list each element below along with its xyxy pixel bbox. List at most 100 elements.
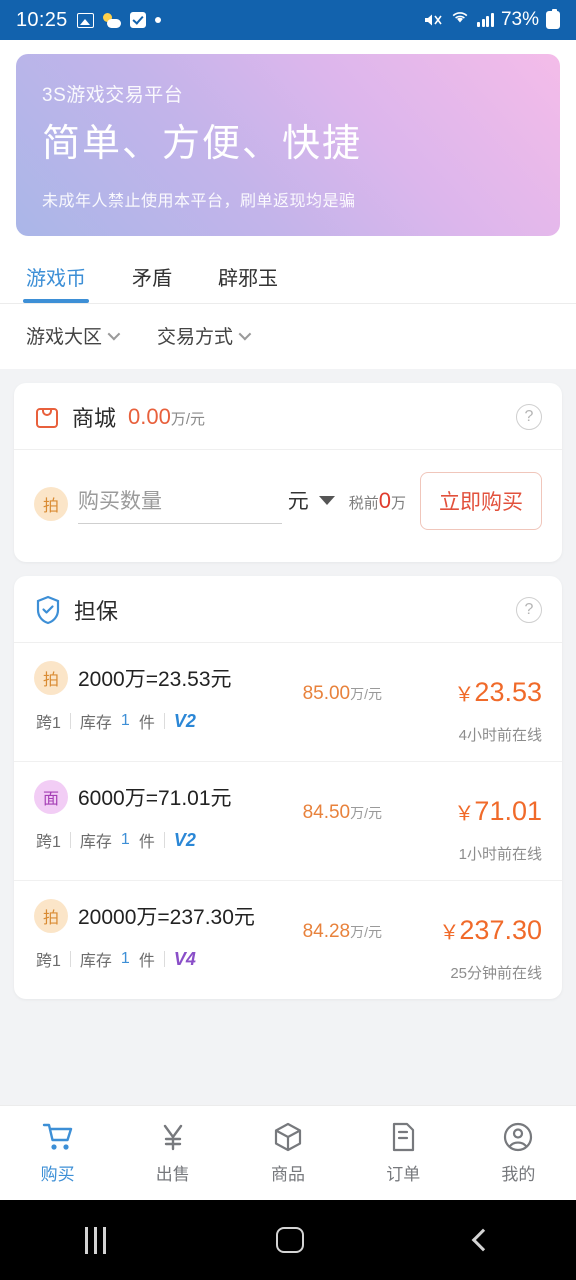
listing-row[interactable]: 拍 2000万=23.53元 跨1 库存 1 件 V2 85.00万/元 ￥23.53 4小时前在…	[14, 643, 562, 762]
signal-icon	[477, 13, 494, 27]
unit-select[interactable]: 元	[288, 485, 335, 515]
help-icon[interactable]: ?	[516, 404, 542, 430]
promo-banner[interactable]: 3S游戏交易平台 简单、方便、快捷 未成年人禁止使用本平台，刷单返现均是骗	[16, 54, 560, 236]
recents-icon[interactable]	[85, 1226, 107, 1254]
banner-title: 简单、方便、快捷	[42, 123, 363, 165]
filter-trade-method-label: 交易方式	[157, 327, 234, 348]
mall-card-header: 商城 0.00万/元 ?	[14, 383, 562, 450]
mute-icon	[423, 12, 443, 28]
home-icon[interactable]	[276, 1227, 305, 1253]
order-document-icon	[386, 1121, 420, 1153]
status-bar-right: 73%	[423, 9, 560, 31]
listing-rate: 84.28万/元	[303, 899, 382, 943]
listing-meta: 跨1 库存 1 件 V2	[36, 709, 303, 733]
currency-symbol: ￥	[439, 922, 460, 944]
listing-right: ￥71.01 1小时前在线	[382, 780, 542, 864]
listing-title-row: 拍 20000万=237.30元	[34, 899, 303, 933]
back-icon[interactable]	[471, 1228, 495, 1252]
nav-label-orders: 订单	[386, 1165, 421, 1184]
guarantee-card: 担保 ? 拍 2000万=23.53元 跨1 库存 1 件 V2 85.00万/元 ￥23.53…	[14, 576, 562, 999]
listing-rate-value: 84.28	[302, 921, 351, 942]
buy-now-button[interactable]: 立即购买	[420, 472, 542, 530]
nav-item-mine[interactable]: 我的	[461, 1121, 576, 1185]
battery-icon	[546, 9, 560, 29]
dot-icon	[154, 17, 161, 23]
currency-symbol: ￥	[454, 684, 475, 706]
currency-symbol: ￥	[454, 803, 475, 825]
phone-screen: 10:25 73% 3S游戏交易平台 简单、方便、快捷 未成年人禁止使用本平台，…	[0, 0, 576, 1280]
quantity-input[interactable]: 购买数量	[78, 485, 282, 524]
banner-brand: 3S游戏交易平台	[42, 85, 184, 106]
listing-price-value: 23.53	[474, 677, 542, 707]
wifi-icon	[450, 9, 470, 31]
header-section: 3S游戏交易平台 简单、方便、快捷 未成年人禁止使用本平台，刷单返现均是骗 游戏…	[0, 40, 576, 369]
nav-item-products[interactable]: 商品	[230, 1121, 345, 1185]
listing-online-status: 25分钟前在线	[450, 965, 542, 982]
divider	[69, 832, 71, 848]
nav-label-products: 商品	[271, 1165, 305, 1184]
listing-rate: 84.50万/元	[303, 780, 382, 824]
page-content: 3S游戏交易平台 简单、方便、快捷 未成年人禁止使用本平台，刷单返现均是骗 游戏…	[0, 40, 576, 1155]
listing-rate: 85.00万/元	[303, 661, 382, 705]
status-bar: 10:25 73%	[0, 0, 576, 40]
filter-game-region[interactable]: 游戏大区	[26, 322, 121, 349]
nav-item-sell[interactable]: 出售	[115, 1121, 230, 1185]
listing-stock-label: 库存	[79, 953, 112, 970]
tab-game-currency[interactable]: 游戏币	[23, 262, 89, 303]
guarantee-card-header: 担保 ?	[14, 576, 562, 643]
listing-stock-label: 库存	[79, 834, 112, 851]
checkbox-icon	[129, 12, 146, 28]
listing-left: 拍 2000万=23.53元跨1 库存 1 件 V2	[34, 661, 303, 733]
clock: 10:25	[16, 8, 68, 31]
listing-name: 6000万=71.01元	[78, 787, 232, 810]
tab-spear-shield[interactable]: 矛盾	[132, 262, 172, 303]
pretax-label: 税前	[348, 495, 379, 512]
listing-stock-num: 1	[120, 950, 130, 967]
listing-stock-unit: 件	[138, 953, 155, 970]
filter-trade-method[interactable]: 交易方式	[157, 322, 252, 349]
listing-online-status: 1小时前在线	[458, 846, 542, 863]
banner-note: 未成年人禁止使用本平台，刷单返现均是骗	[42, 192, 356, 210]
listing-price-value: 71.01	[474, 796, 542, 826]
nav-label-buy: 购买	[40, 1165, 75, 1184]
tab-evil-jade[interactable]: 辟邪玉	[218, 262, 278, 303]
listing-title-row: 面 6000万=71.01元	[34, 780, 303, 814]
unit-select-value: 元	[287, 490, 309, 513]
weather-icon	[102, 12, 121, 28]
help-icon[interactable]: ?	[516, 597, 542, 623]
quantity-placeholder: 购买数量	[78, 489, 162, 513]
listing-type-badge: 拍	[34, 487, 68, 521]
listing-row[interactable]: 面 6000万=71.01元 跨1 库存 1 件 V2 84.50万/元 ￥71.01 1小时前在…	[14, 762, 562, 881]
shield-check-icon	[34, 595, 62, 625]
nav-label-sell: 出售	[155, 1165, 190, 1184]
listing-rate-unit: 万/元	[350, 924, 382, 940]
filter-bar: 游戏大区 交易方式	[16, 304, 560, 369]
divider	[69, 713, 71, 729]
nav-item-orders[interactable]: 订单	[346, 1121, 461, 1185]
listing-stock-num: 1	[120, 712, 130, 729]
pretax-unit: 万	[390, 495, 406, 512]
shopping-bag-icon	[34, 404, 60, 430]
filter-game-region-label: 游戏大区	[26, 327, 103, 348]
listing-price-value: 237.30	[459, 915, 542, 945]
mall-buy-row: 拍 购买数量 元 税前0万 立即购买	[14, 450, 562, 562]
listing-rate-unit: 万/元	[350, 686, 382, 702]
yen-icon	[156, 1121, 190, 1153]
listing-title-row: 拍 2000万=23.53元	[34, 661, 303, 695]
listing-rate-value: 84.50	[302, 802, 351, 823]
mall-card: 商城 0.00万/元 ? 拍 购买数量 元 税前0万 立即购买	[14, 383, 562, 562]
listing-region: 跨1	[36, 953, 61, 970]
category-tabs: 游戏币 矛盾 辟邪玉	[16, 236, 560, 303]
mall-rate-value: 0.00	[128, 404, 171, 429]
listing-name: 2000万=23.53元	[78, 668, 232, 691]
mall-rate-unit: 万/元	[170, 411, 206, 428]
user-account-icon	[501, 1121, 535, 1153]
listing-stock-unit: 件	[138, 834, 155, 851]
chevron-down-icon	[107, 327, 121, 341]
listing-meta: 跨1 库存 1 件 V4	[36, 947, 303, 971]
listing-row[interactable]: 拍 20000万=237.30元 跨1 库存 1 件 V4 84.28万/元 ￥237.30 25…	[14, 881, 562, 999]
nav-item-buy[interactable]: 购买	[0, 1121, 115, 1185]
listing-stock-unit: 件	[138, 715, 155, 732]
guarantee-title: 担保	[74, 599, 119, 624]
mall-title: 商城	[72, 406, 117, 431]
